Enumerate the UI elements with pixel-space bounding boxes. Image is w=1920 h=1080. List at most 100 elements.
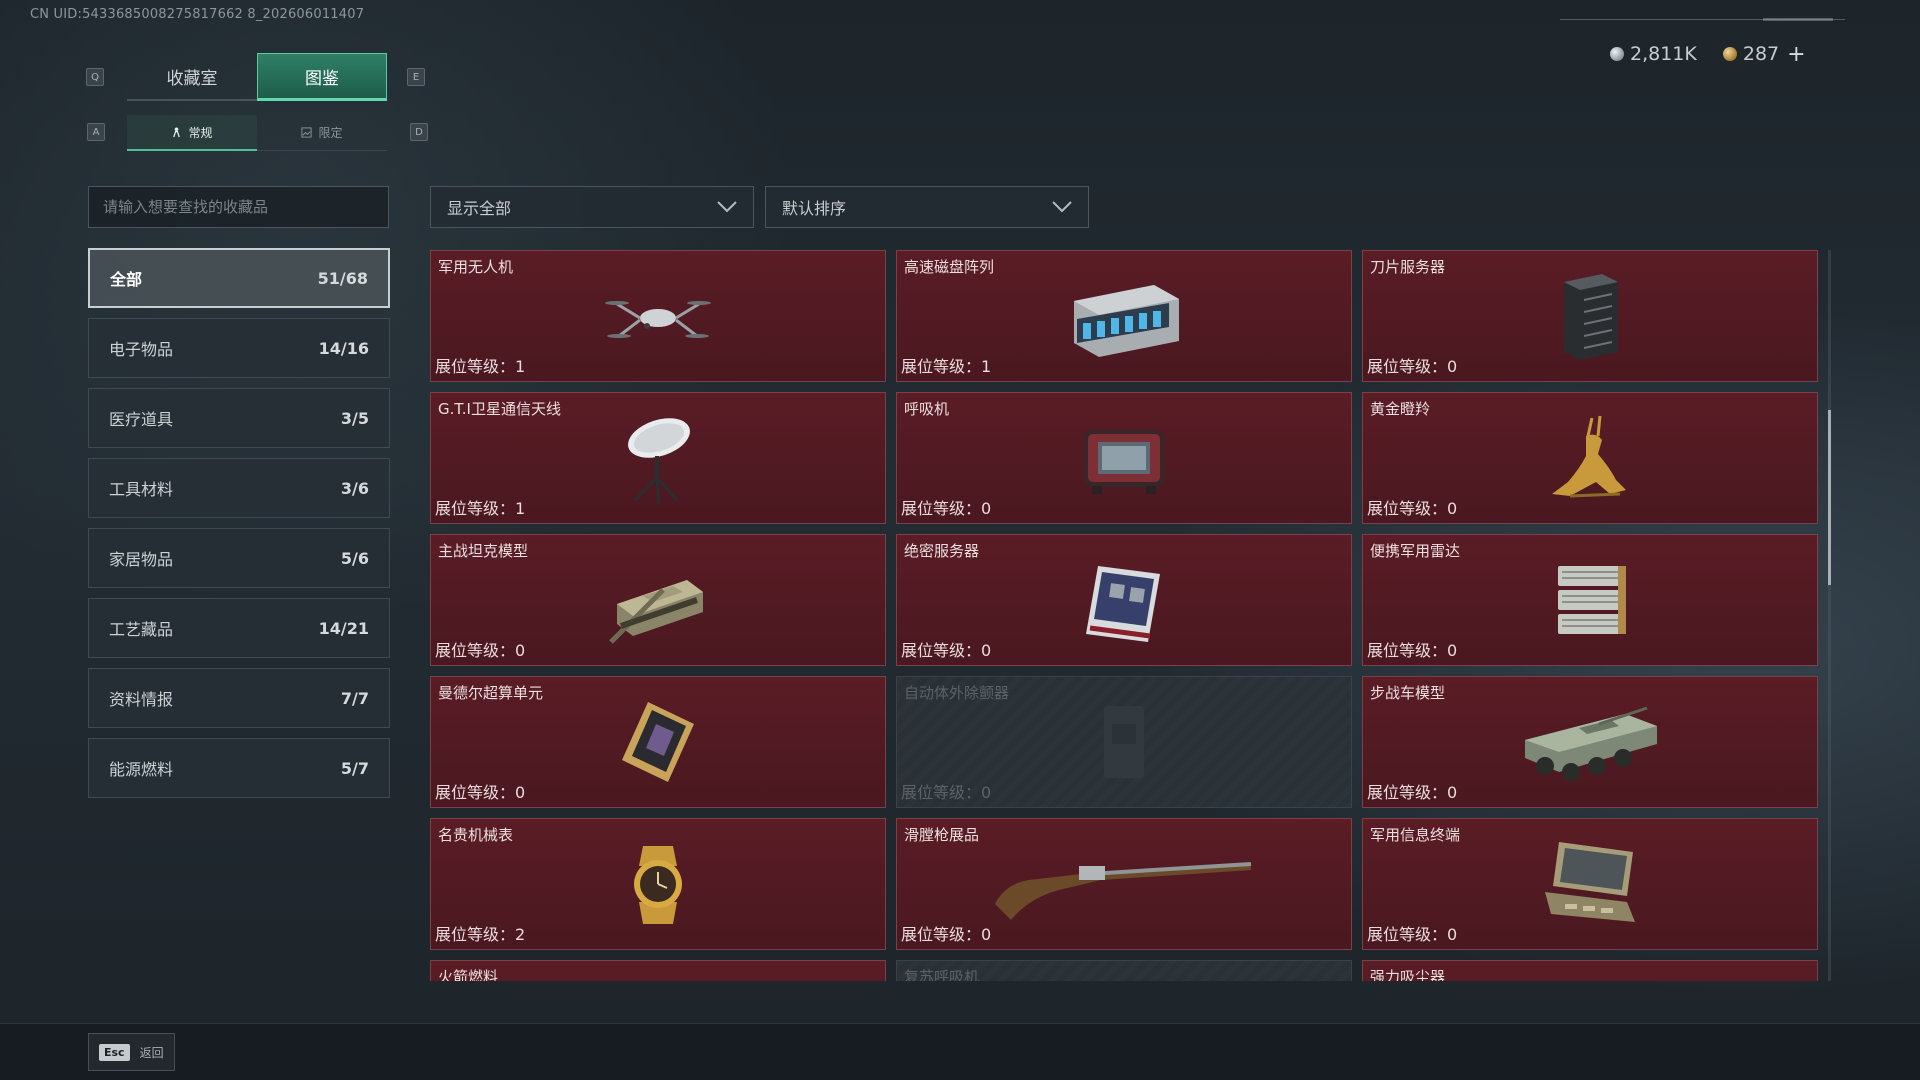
card-item-name: 名贵机械表 xyxy=(438,826,514,844)
radar-icon xyxy=(1558,566,1626,634)
collection-card[interactable]: 滑膛枪展品 展位等级：0 xyxy=(896,818,1352,950)
category-label: 家居物品 xyxy=(109,550,174,569)
silver-amount: 2,811K xyxy=(1630,43,1697,65)
category-sidebar: 全部 51/68 电子物品 14/16 医疗道具 3/5 工具材料 3/6 家居… xyxy=(88,248,390,808)
tab-collection-room[interactable]: 收藏室 xyxy=(127,53,257,101)
level-value: 0 xyxy=(515,783,526,802)
grid-scrollbar-thumb[interactable] xyxy=(1828,410,1831,585)
level-value: 0 xyxy=(1447,925,1458,944)
card-level: 展位等级：1 xyxy=(435,495,525,519)
grid-scrollbar-track[interactable] xyxy=(1828,250,1831,981)
level-value: 0 xyxy=(1447,641,1458,660)
card-level: 展位等级：0 xyxy=(901,637,991,661)
collection-card[interactable]: 黄金瞪羚 展位等级：0 xyxy=(1362,392,1818,524)
card-level: 展位等级：0 xyxy=(1367,779,1457,803)
card-level: 展位等级：1 xyxy=(435,353,525,377)
collection-card-locked[interactable]: 自动体外除颤器 展位等级：0 xyxy=(896,676,1352,808)
collection-card[interactable]: 高速磁盘阵列 展位等级：1 xyxy=(896,250,1352,382)
card-item-name: 刀片服务器 xyxy=(1370,258,1446,276)
collection-grid-viewport[interactable]: 军用无人机 展位等级：1 高速磁盘阵列 展位等级：1 刀片服务器 展位等级：0 xyxy=(430,250,1820,981)
collection-card[interactable]: 便携军用雷达 展位等级：0 xyxy=(1362,534,1818,666)
collection-card[interactable]: 呼吸机 展位等级：0 xyxy=(896,392,1352,524)
collection-card[interactable]: 军用无人机 展位等级：1 xyxy=(430,250,886,382)
category-count: 51/68 xyxy=(317,268,368,288)
currency-gold[interactable]: 287 + xyxy=(1722,42,1806,67)
category-energy[interactable]: 能源燃料 5/7 xyxy=(88,738,390,798)
collection-card[interactable]: 火箭燃料 展位等级： xyxy=(430,960,886,981)
level-label: 展位等级： xyxy=(435,641,516,660)
collection-card-locked[interactable]: 复苏呼吸机 展位等级： xyxy=(896,960,1352,981)
category-all[interactable]: 全部 51/68 xyxy=(88,248,390,308)
collection-card[interactable]: 刀片服务器 展位等级：0 xyxy=(1362,250,1818,382)
card-item-name: 滑膛枪展品 xyxy=(904,826,980,844)
figure-icon xyxy=(173,126,181,137)
prev-subtab-key-hint: A xyxy=(87,123,105,141)
collection-card[interactable]: 军用信息终端 展位等级：0 xyxy=(1362,818,1818,950)
sort-dropdown[interactable]: 默认排序 xyxy=(765,186,1089,228)
category-count: 3/5 xyxy=(340,408,369,428)
collection-card[interactable]: 曼德尔超算单元 展位等级：0 xyxy=(430,676,886,808)
category-label: 全部 xyxy=(110,270,143,289)
level-value: 0 xyxy=(515,641,526,660)
card-item-name: 绝密服务器 xyxy=(904,542,980,560)
back-button[interactable]: Esc 返回 xyxy=(88,1033,175,1071)
card-item-name: 主战坦克模型 xyxy=(438,542,529,560)
card-item-name: 黄金瞪羚 xyxy=(1370,400,1431,418)
add-currency-button[interactable]: + xyxy=(1787,42,1805,67)
category-count: 5/6 xyxy=(340,548,369,568)
category-count: 14/21 xyxy=(318,618,369,638)
collection-card[interactable]: 步战车模型 展位等级：0 xyxy=(1362,676,1818,808)
category-household[interactable]: 家居物品 5/6 xyxy=(88,528,390,588)
silver-coin-icon xyxy=(1610,47,1624,61)
subtab-regular[interactable]: 常规 xyxy=(127,115,257,151)
chevron-down-icon xyxy=(717,201,737,213)
level-label: 展位等级： xyxy=(435,499,516,518)
category-label: 工艺藏品 xyxy=(109,620,174,639)
collection-card[interactable]: G.T.I卫星通信天线 展位等级：1 xyxy=(430,392,886,524)
search-box[interactable] xyxy=(88,186,389,228)
collection-card[interactable]: 绝密服务器 展位等级：0 xyxy=(896,534,1352,666)
level-label: 展位等级： xyxy=(435,357,516,376)
display-filter-value: 显示全部 xyxy=(447,199,512,218)
collection-card[interactable]: 强力吸尘器 展位等级： xyxy=(1362,960,1818,981)
category-tools[interactable]: 工具材料 3/6 xyxy=(88,458,390,518)
card-item-name: 军用信息终端 xyxy=(1370,826,1461,844)
category-medical[interactable]: 医疗道具 3/5 xyxy=(88,388,390,448)
level-label: 展位等级： xyxy=(1367,925,1448,944)
display-filter-dropdown[interactable]: 显示全部 xyxy=(430,186,754,228)
level-label: 展位等级： xyxy=(901,641,982,660)
category-crafts[interactable]: 工艺藏品 14/21 xyxy=(88,598,390,658)
category-label: 医疗道具 xyxy=(109,410,174,429)
search-input[interactable] xyxy=(103,198,388,216)
level-value: 0 xyxy=(1447,357,1458,376)
category-electronics[interactable]: 电子物品 14/16 xyxy=(88,318,390,378)
level-label: 展位等级： xyxy=(1367,783,1448,802)
gold-coin-icon xyxy=(1722,47,1737,61)
category-count: 14/16 xyxy=(318,338,369,358)
level-value: 2 xyxy=(515,925,526,944)
card-item-name: 火箭燃料 xyxy=(438,968,499,981)
card-level: 展位等级：2 xyxy=(435,921,525,945)
sort-value: 默认排序 xyxy=(782,199,847,218)
card-level: 展位等级：0 xyxy=(435,637,525,661)
level-label: 展位等级： xyxy=(901,783,982,802)
currency-bar: 2,811K 287 + xyxy=(1610,42,1806,67)
card-level: 展位等级：0 xyxy=(901,921,991,945)
collection-card[interactable]: 名贵机械表 展位等级：2 xyxy=(430,818,886,950)
musket-icon xyxy=(995,862,1252,920)
level-value: 0 xyxy=(981,925,992,944)
main-tabs: 收藏室 图鉴 xyxy=(127,53,387,101)
card-level: 展位等级：0 xyxy=(901,779,991,803)
subtab-limited[interactable]: 限定 xyxy=(257,115,387,151)
category-intel[interactable]: 资料情报 7/7 xyxy=(88,668,390,728)
tab-catalog[interactable]: 图鉴 xyxy=(257,53,387,101)
currency-silver: 2,811K xyxy=(1610,43,1697,65)
card-item-name: 步战车模型 xyxy=(1370,684,1446,702)
level-value: 0 xyxy=(981,499,992,518)
level-label: 展位等级： xyxy=(1367,641,1448,660)
subtab-limited-label: 限定 xyxy=(318,126,343,140)
category-count: 7/7 xyxy=(340,688,369,708)
collection-card[interactable]: 主战坦克模型 展位等级：0 xyxy=(430,534,886,666)
satellite-dish-icon xyxy=(628,418,690,505)
level-value: 0 xyxy=(981,783,992,802)
